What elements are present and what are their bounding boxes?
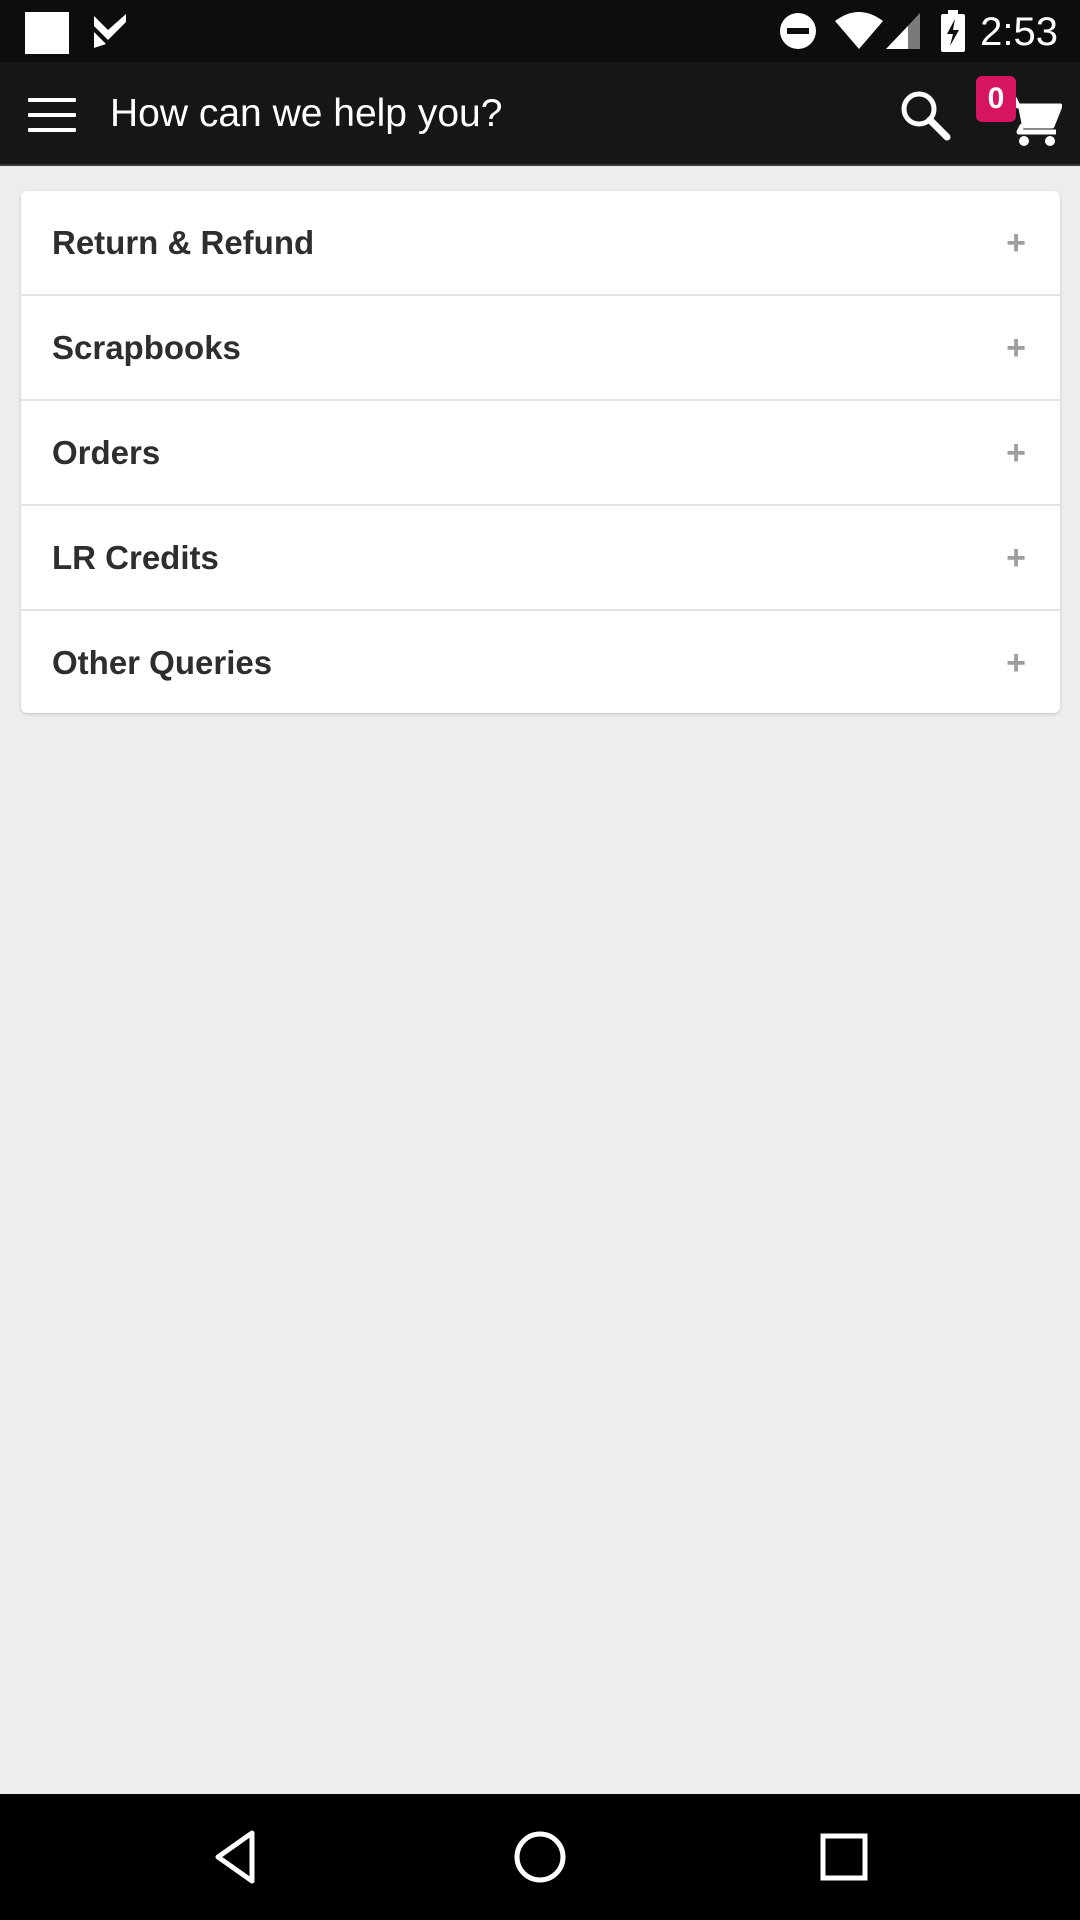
do-not-disturb-icon [780,13,816,49]
faq-item-scrapbooks[interactable]: Scrapbooks + [21,296,1060,401]
navigation-bar [0,1794,1080,1920]
faq-item-other-queries[interactable]: Other Queries + [21,611,1060,716]
page-title: How can we help you? [110,92,503,135]
faq-item-label: Scrapbooks [52,329,241,366]
status-time: 2:53 [980,10,1058,54]
expand-plus-icon[interactable]: + [1006,191,1026,295]
expand-plus-icon[interactable]: + [1006,401,1026,505]
expand-plus-icon[interactable]: + [1006,506,1026,610]
status-bar: 2:53 [0,0,1080,62]
recents-icon[interactable] [814,1827,874,1887]
cell-signal-icon [886,13,920,49]
faq-item-label: Other Queries [52,644,273,681]
app-bar: How can we help you? 0 [0,62,1080,166]
home-icon[interactable] [510,1827,570,1887]
battery-charging-icon [941,10,965,52]
menu-icon[interactable] [28,98,76,134]
faq-item-label: LR Credits [52,539,219,576]
expand-plus-icon[interactable]: + [1006,611,1026,715]
faq-item-label: Orders [52,434,161,471]
checkmark-app-icon [94,14,126,48]
wifi-icon [835,12,883,49]
cart-count-badge: 0 [976,76,1016,122]
notification-square-icon [25,12,69,54]
back-icon[interactable] [206,1827,266,1887]
expand-plus-icon[interactable]: + [1006,296,1026,400]
faq-item-return-refund[interactable]: Return & Refund + [21,191,1060,296]
faq-list: Return & Refund + Scrapbooks + Orders + … [21,191,1060,713]
faq-item-lr-credits[interactable]: LR Credits + [21,506,1060,611]
search-icon[interactable] [898,88,952,142]
faq-item-orders[interactable]: Orders + [21,401,1060,506]
faq-item-label: Return & Refund [52,224,315,261]
